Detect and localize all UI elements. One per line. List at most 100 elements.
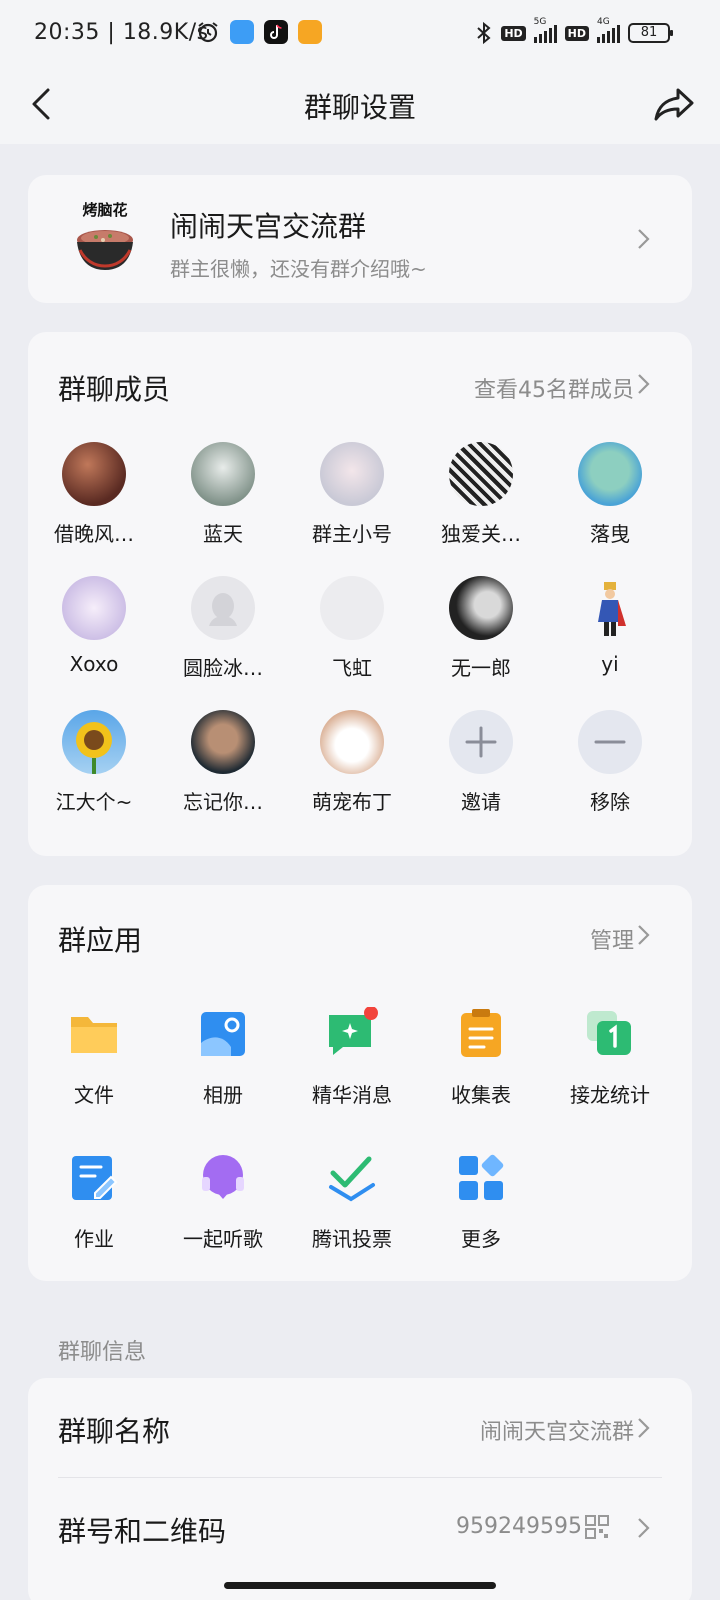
qr-code-icon[interactable] <box>584 1514 610 1540</box>
member-name: 落曳 <box>590 522 630 546</box>
member-item[interactable]: 萌宠布丁 <box>286 710 418 815</box>
chevron-right-icon <box>638 374 650 394</box>
view-all-members-link[interactable]: 查看45名群成员 <box>474 372 634 404</box>
member-avatar <box>62 442 126 506</box>
app-chain-stats[interactable]: 接龙统计 <box>544 1007 676 1108</box>
member-item[interactable]: 圆脸冰… <box>157 576 289 681</box>
member-avatar <box>320 442 384 506</box>
app-homework[interactable]: 作业 <box>28 1151 160 1252</box>
group-number-label: 群号和二维码 <box>58 1515 227 1548</box>
app-collect-form[interactable]: 收集表 <box>415 1007 547 1108</box>
alarm-icon <box>198 22 218 43</box>
homework-icon <box>72 1156 118 1200</box>
chevron-right-icon <box>638 229 650 249</box>
member-name: 圆脸冰… <box>183 656 263 680</box>
member-avatar <box>62 576 126 640</box>
app-tencent-vote[interactable]: 腾讯投票 <box>286 1151 418 1252</box>
app-notification-icon <box>230 20 254 44</box>
manage-apps-link[interactable]: 管理 <box>590 923 634 955</box>
app-label: 精华消息 <box>312 1083 392 1107</box>
chevron-right-icon <box>638 1418 650 1438</box>
status-bar: 20:35 | 18.9K/s HD 5G HD 4G 81 <box>0 0 720 66</box>
chain-stats-icon <box>587 1011 631 1055</box>
app-files[interactable]: 文件 <box>28 1007 160 1108</box>
group-avatar-text: 烤脑花 <box>82 201 128 219</box>
invite-button[interactable]: 邀请 <box>415 710 547 815</box>
remove-avatar <box>578 710 642 774</box>
members-title: 群聊成员 <box>58 373 171 406</box>
group-number-row[interactable]: 群号和二维码 959249595 <box>28 1478 692 1578</box>
member-item[interactable]: 借晚风… <box>28 442 160 547</box>
group-profile-card[interactable]: 烤脑花 闹闹天宫交流群 群主很懒，还没有群介绍哦~ <box>28 175 692 303</box>
app-album[interactable]: 相册 <box>157 1007 289 1108</box>
member-item[interactable]: 独爱关… <box>415 442 547 547</box>
bluetooth-icon <box>477 21 491 45</box>
app-listen-together[interactable]: 一起听歌 <box>157 1151 289 1252</box>
app-more[interactable]: 更多 <box>415 1151 547 1252</box>
member-item[interactable]: 忘记你… <box>157 710 289 815</box>
member-avatar <box>320 710 384 774</box>
group-name-label: 群聊名称 <box>58 1415 171 1448</box>
signal-4g-icon: 4G <box>597 17 620 43</box>
app-essence[interactable]: 精华消息 <box>286 1006 418 1108</box>
member-name: 独爱关… <box>441 522 521 546</box>
chevron-right-icon <box>638 925 650 945</box>
member-name: yi <box>601 652 619 676</box>
member-name: 萌宠布丁 <box>312 790 392 814</box>
sunflower-icon <box>76 722 112 774</box>
members-card: 群聊成员 查看45名群成员 借晚风… 蓝天 群主小号 独爱关… 落曳 Xoxo <box>28 332 692 856</box>
group-avatar: 烤脑花 <box>70 199 140 283</box>
app-label: 腾讯投票 <box>312 1227 392 1251</box>
group-info-card: 群聊名称 闹闹天宫交流群 群号和二维码 959249595 <box>28 1378 692 1600</box>
chevron-right-icon <box>638 1518 650 1538</box>
page-title: 群聊设置 <box>303 91 416 124</box>
member-name: 无一郎 <box>451 656 511 680</box>
member-name: 借晚风… <box>54 522 134 546</box>
apps-title: 群应用 <box>58 924 143 957</box>
hd-badge: HD <box>501 25 526 41</box>
member-name: Xoxo <box>69 652 119 676</box>
home-indicator[interactable] <box>224 1582 496 1589</box>
member-item[interactable]: 落曳 <box>544 442 676 547</box>
member-item[interactable]: yi <box>544 576 676 676</box>
member-item[interactable]: Xoxo <box>28 576 160 676</box>
invite-label: 邀请 <box>461 790 501 814</box>
member-avatar <box>191 576 255 640</box>
member-item[interactable]: 无一郎 <box>415 576 547 681</box>
member-name: 江大个~ <box>55 790 133 814</box>
member-avatar <box>62 710 126 774</box>
invite-avatar <box>449 710 513 774</box>
notes-app-icon <box>298 20 322 44</box>
member-item[interactable]: 蓝天 <box>157 442 289 547</box>
member-avatar <box>578 442 642 506</box>
member-avatar <box>191 442 255 506</box>
info-section-label: 群聊信息 <box>58 1340 147 1365</box>
app-label: 文件 <box>74 1083 114 1107</box>
battery-indicator: 81 <box>628 23 673 43</box>
tiktok-icon <box>264 20 288 44</box>
member-item[interactable]: 江大个~ <box>28 710 160 815</box>
share-icon[interactable] <box>650 80 698 128</box>
app-label: 一起听歌 <box>183 1227 263 1251</box>
hd-badge-2: HD <box>564 25 589 41</box>
member-name: 忘记你… <box>183 790 263 814</box>
group-name-row[interactable]: 群聊名称 闹闹天宫交流群 <box>28 1378 692 1478</box>
group-number-value: 959249595 <box>456 1514 582 1539</box>
album-icon <box>201 1012 245 1056</box>
member-name: 飞虹 <box>332 656 372 680</box>
member-item[interactable]: 飞虹 <box>286 576 418 681</box>
member-avatar <box>191 710 255 774</box>
default-avatar-icon <box>209 593 237 626</box>
member-avatar <box>449 442 513 506</box>
plus-icon <box>465 726 497 758</box>
app-label: 相册 <box>203 1083 243 1107</box>
member-item[interactable]: 群主小号 <box>286 442 418 547</box>
clipboard-icon <box>461 1009 501 1057</box>
member-name: 群主小号 <box>312 522 392 546</box>
remove-label: 移除 <box>590 790 630 814</box>
member-avatar <box>578 576 642 640</box>
nav-bar: 群聊设置 <box>0 66 720 144</box>
group-name-value: 闹闹天宫交流群 <box>479 1420 634 1445</box>
member-avatar <box>320 576 384 640</box>
remove-button[interactable]: 移除 <box>544 710 676 815</box>
